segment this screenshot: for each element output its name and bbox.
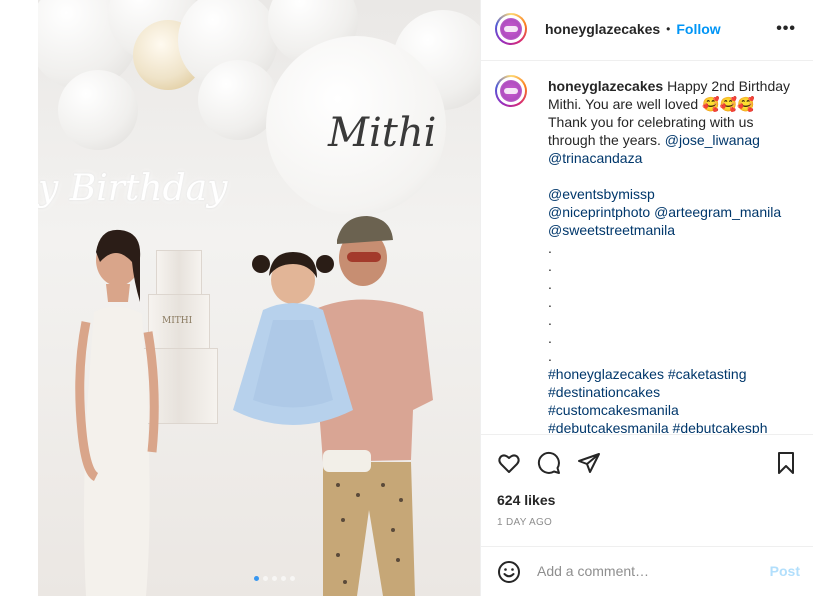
- brand-logo-icon: [504, 26, 518, 32]
- caption-scroll-area[interactable]: honeyglazecakes Happy 2nd Birthday Mithi…: [481, 61, 813, 433]
- caption-dot: .: [548, 294, 552, 310]
- neon-birthday-sign: y Birthday: [38, 168, 228, 209]
- mention-link[interactable]: @arteegram_manila: [654, 204, 781, 220]
- carousel-dot: [290, 576, 295, 581]
- carousel-dot: [254, 576, 259, 581]
- carousel-dot: [263, 576, 268, 581]
- woman-figure: [75, 229, 159, 596]
- mention-link[interactable]: @eventsbymissp: [548, 186, 655, 202]
- hashtag-link[interactable]: #caketasting: [668, 366, 747, 382]
- avatar[interactable]: [495, 13, 527, 45]
- child-figure: [233, 252, 371, 472]
- caption-dot: .: [548, 348, 552, 364]
- bookmark-icon[interactable]: [774, 451, 798, 475]
- caption-username[interactable]: honeyglazecakes: [548, 78, 663, 94]
- caption-line: Mithi. You are well loved 🥰🥰🥰: [548, 96, 755, 112]
- share-icon[interactable]: [577, 451, 601, 475]
- more-options-icon[interactable]: •••: [776, 20, 796, 38]
- caption-line: Happy 2nd Birthday: [667, 78, 791, 94]
- mention-link[interactable]: @niceprintphoto: [548, 204, 650, 220]
- balloon: [58, 70, 138, 150]
- caption-line: Thank you for celebrating with us: [548, 114, 754, 130]
- caption-dot: .: [548, 330, 552, 346]
- carousel-dot: [272, 576, 277, 581]
- heart-icon[interactable]: [497, 451, 521, 475]
- brand-logo-icon: [504, 88, 518, 94]
- comment-icon[interactable]: [537, 451, 561, 475]
- post-side-panel: honeyglazecakes • Follow ••• honeyglazec…: [480, 0, 813, 596]
- hashtag-link[interactable]: #destinationcakes: [548, 384, 660, 400]
- post-header: honeyglazecakes • Follow •••: [481, 0, 813, 61]
- carousel-indicator: [254, 576, 295, 581]
- caption-dot: .: [548, 240, 552, 256]
- cake-label: MITHI: [162, 316, 193, 326]
- smiley-icon[interactable]: [497, 560, 521, 584]
- hashtag-link[interactable]: #honeyglazecakes: [548, 366, 664, 382]
- caption-line: through the years.: [548, 132, 661, 148]
- hashtag-link[interactable]: #debutcakesph: [673, 420, 768, 433]
- carousel-dot: [281, 576, 286, 581]
- action-bar: [481, 434, 813, 487]
- likes-count[interactable]: 624 likes: [497, 492, 555, 508]
- hashtag-link[interactable]: #customcakesmanila: [548, 402, 679, 418]
- post-comment-button[interactable]: Post: [770, 563, 800, 579]
- post-photo[interactable]: Mithi y Birthday MITHI: [38, 0, 480, 596]
- separator-dot: •: [666, 22, 671, 36]
- name-sign-text: Mithi: [328, 110, 437, 156]
- caption-dot: .: [548, 312, 552, 328]
- comment-bar: Add a comment… Post: [481, 546, 813, 597]
- caption-dot: .: [548, 276, 552, 292]
- comment-input[interactable]: Add a comment…: [537, 563, 649, 579]
- header-username[interactable]: honeyglazecakes: [545, 21, 660, 37]
- caption-avatar[interactable]: [495, 75, 527, 107]
- mention-link[interactable]: @sweetstreetmanila: [548, 222, 675, 238]
- follow-button[interactable]: Follow: [676, 21, 720, 37]
- hashtag-link[interactable]: #debutcakesmanila: [548, 420, 669, 433]
- caption-dot: .: [548, 258, 552, 274]
- caption-text: honeyglazecakes Happy 2nd Birthday Mithi…: [548, 77, 798, 433]
- mention-link[interactable]: @jose_liwanag: [665, 132, 760, 148]
- mention-link[interactable]: @trinacandaza: [548, 150, 642, 166]
- post-timestamp[interactable]: 1 DAY AGO: [497, 517, 552, 528]
